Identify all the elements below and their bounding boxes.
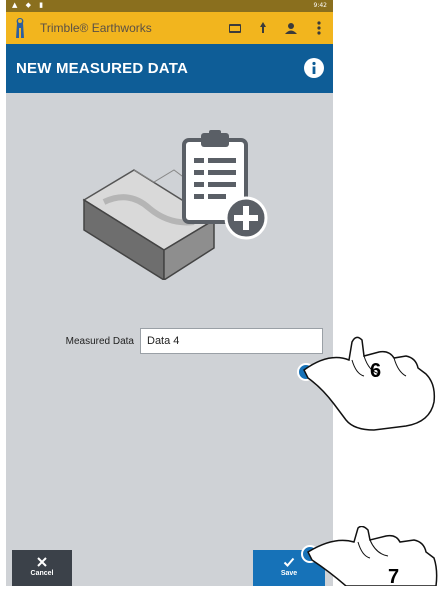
pointing-hand-icon [297,336,436,431]
check-icon [283,557,295,567]
device-screen: ▲ ◆ ▮ 9:42 Trimble® Earthworks NEW MEASU… [6,0,333,586]
more-vert-icon[interactable] [311,18,327,38]
pointing-hand-icon [301,526,438,586]
status-icons: ▲ ◆ ▮ [12,1,47,9]
step-number-6: 6 [370,360,382,382]
app-bar: Trimble® Earthworks [6,12,333,44]
measured-data-illustration-icon [82,130,268,280]
cancel-button[interactable]: Cancel [12,550,72,586]
cancel-label: Cancel [30,570,54,577]
pin-icon[interactable] [255,18,271,38]
measured-data-label: Measured Data [65,336,134,347]
folder-icon[interactable] [227,18,243,38]
trimble-logo-icon [16,18,24,38]
status-bar: ▲ ◆ ▮ 9:42 [6,0,333,12]
status-time: 9:42 [313,2,327,9]
bottom-action-bar: Cancel Save [6,546,333,586]
page-header: NEW MEASURED DATA [6,44,333,93]
close-icon [37,557,47,567]
user-icon[interactable] [283,18,299,38]
page-title: NEW MEASURED DATA [16,60,189,77]
app-title: Trimble® Earthworks [40,21,152,35]
info-icon[interactable] [303,57,325,79]
